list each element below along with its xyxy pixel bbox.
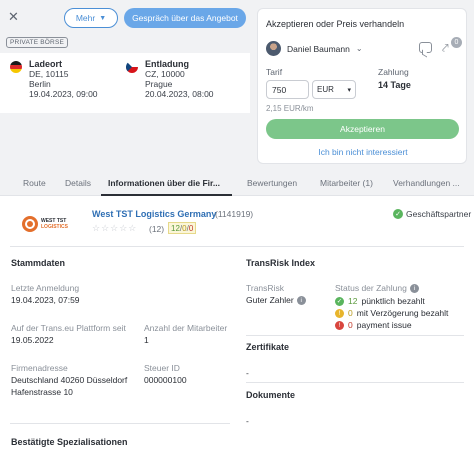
tab-company-info[interactable]: Informationen über die Fir... — [108, 178, 220, 188]
address-line-2: Hafenstrasse 10 — [11, 387, 73, 397]
paid-on-time-text: pünktlich bezahlt — [361, 296, 425, 306]
transrisk-label: TransRisk — [246, 283, 284, 293]
currency-select[interactable]: EUR ▾ — [312, 80, 356, 99]
company-logo: WEST TST LOGISTICS — [22, 213, 70, 237]
chat-icon[interactable] — [419, 42, 432, 53]
paid-delayed-row: ! 0 mit Verzögerung bezahlt — [335, 308, 448, 318]
divider — [246, 382, 464, 383]
loading-datetime: 19.04.2023, 09:00 — [29, 89, 98, 99]
offer-conversation-button[interactable]: Gespräch über das Angebot — [124, 8, 246, 28]
address-label: Firmenadresse — [11, 363, 68, 373]
logo-mark-icon — [22, 216, 38, 232]
offer-panel-title: Akzeptieren oder Preis verhandeln — [266, 19, 405, 29]
contact-person-selector[interactable]: Daniel Baumann ⌄ — [266, 41, 363, 56]
payment-issue-text: payment issue — [356, 320, 412, 330]
check-circle-icon: ✓ — [393, 209, 403, 219]
tax-id-label: Steuer ID — [144, 363, 180, 373]
loading-postcode: DE, 10115 — [29, 69, 69, 79]
payment-label: Zahlung — [378, 67, 409, 77]
czech-flag-icon — [126, 61, 138, 73]
tariff-label: Tarif — [266, 67, 283, 77]
rating-count: (12) — [149, 224, 165, 234]
platform-since-value: 19.05.2022 — [11, 335, 54, 345]
certificates-title: Zertifikate — [246, 342, 290, 352]
last-login-value: 19.04.2023, 07:59 — [11, 295, 80, 305]
alert-icon: ! — [335, 320, 344, 330]
company-name-link[interactable]: West TST Logistics Germany — [92, 209, 216, 219]
tab-ratings[interactable]: Bewertungen — [247, 178, 297, 188]
info-icon[interactable]: i — [296, 296, 306, 306]
last-login-label: Letzte Anmeldung — [11, 283, 80, 293]
payment-status-label-row: Status der Zahlung i — [335, 283, 419, 294]
paid-on-time-row: ✓ 12 pünktlich bezahlt — [335, 296, 425, 306]
not-interested-link[interactable]: Ich bin nicht interessiert — [258, 147, 468, 157]
more-button[interactable]: Mehr ▼ — [64, 8, 118, 28]
chevron-down-icon: ▾ — [347, 86, 351, 94]
offer-panel: Akzeptieren oder Preis verhandeln Daniel… — [257, 8, 467, 164]
unloading-datetime: 20.04.2023, 08:00 — [145, 89, 214, 99]
tab-employees[interactable]: Mitarbeiter (1) — [320, 178, 373, 188]
tab-details[interactable]: Details — [65, 178, 91, 188]
platform-since-label: Auf der Trans.eu Plattform seit — [11, 323, 126, 333]
tab-bar: Route Details Informationen über die Fir… — [0, 172, 474, 196]
transrisk-value: Guter Zahler — [246, 295, 294, 305]
loading-city: Berlin — [29, 79, 51, 89]
divider — [10, 423, 230, 424]
share-count-badge: 0 — [451, 37, 462, 48]
paid-delayed-text: mit Verzögerung bezahlt — [356, 308, 449, 318]
transrisk-title: TransRisk Index — [246, 258, 316, 268]
company-id: (1141919) — [215, 209, 254, 219]
business-partner-badge: ✓ Geschäftspartner — [393, 209, 471, 219]
close-icon[interactable]: ✕ — [8, 9, 19, 25]
check-circle-icon: ✓ — [335, 296, 344, 306]
address-line-1: Deutschland 40260 Düsseldorf — [11, 375, 128, 385]
tab-negotiations[interactable]: Verhandlungen ... — [393, 178, 460, 188]
divider — [10, 246, 464, 247]
accept-button[interactable]: Akzeptieren — [266, 119, 459, 139]
logo-text-bottom: LOGISTICS — [41, 224, 68, 230]
price-input[interactable]: 750 — [266, 80, 309, 99]
more-label: Mehr — [75, 13, 96, 23]
paid-on-time-count: 12 — [348, 296, 358, 306]
master-data-title: Stammdaten — [11, 258, 66, 268]
business-partner-label: Geschäftspartner — [406, 209, 472, 219]
private-exchange-badge: PRIVATE BÖRSE — [6, 37, 69, 48]
specializations-title: Bestätigte Spezialisationen — [11, 437, 128, 447]
certificates-value: - — [246, 368, 249, 378]
tab-route[interactable]: Route — [23, 178, 46, 188]
locations-card: Ladeort DE, 10115 Berlin 19.04.2023, 09:… — [0, 53, 250, 113]
chevron-down-icon: ▼ — [99, 14, 107, 22]
paid-delayed-count: 0 — [348, 308, 353, 318]
payment-issue-row: ! 0 payment issue — [335, 320, 412, 330]
info-icon[interactable]: i — [409, 284, 419, 294]
divider — [246, 335, 464, 336]
germany-flag-icon — [10, 61, 22, 73]
transrisk-value-row: Guter Zahler i — [246, 295, 306, 306]
currency-value: EUR — [317, 85, 334, 94]
documents-value: - — [246, 416, 249, 426]
share-icon[interactable]: ⤤ — [442, 41, 449, 56]
unloading-city: Prague — [145, 79, 173, 89]
price-per-km: 2,15 EUR/km — [266, 104, 314, 113]
tax-id-value: 000000100 — [144, 375, 187, 385]
payment-issue-count: 0 — [348, 320, 353, 330]
contact-person-name: Daniel Baumann — [287, 43, 350, 54]
rating-stars: ☆☆☆☆☆ — [92, 223, 138, 233]
unloading-postcode: CZ, 10000 — [145, 69, 185, 79]
payment-status-label: Status der Zahlung — [335, 283, 407, 293]
offer-header-area: ✕ Mehr ▼ Gespräch über das Angebot PRIVA… — [0, 0, 474, 172]
unloading-title: Entladung — [145, 59, 189, 69]
payment-value: 14 Tage — [378, 80, 411, 90]
employees-label: Anzahl der Mitarbeiter — [144, 323, 228, 333]
rating-positive: 12 — [171, 223, 180, 233]
documents-title: Dokumente — [246, 390, 296, 400]
employees-value: 1 — [144, 335, 149, 345]
clock-icon: ! — [335, 308, 344, 318]
chevron-down-icon: ⌄ — [355, 44, 363, 53]
active-tab-indicator — [101, 194, 232, 196]
rating-negative: 0 — [188, 223, 194, 233]
rating-breakdown: 12/0/0 — [168, 222, 197, 234]
loading-title: Ladeort — [29, 59, 63, 69]
avatar — [266, 41, 281, 56]
